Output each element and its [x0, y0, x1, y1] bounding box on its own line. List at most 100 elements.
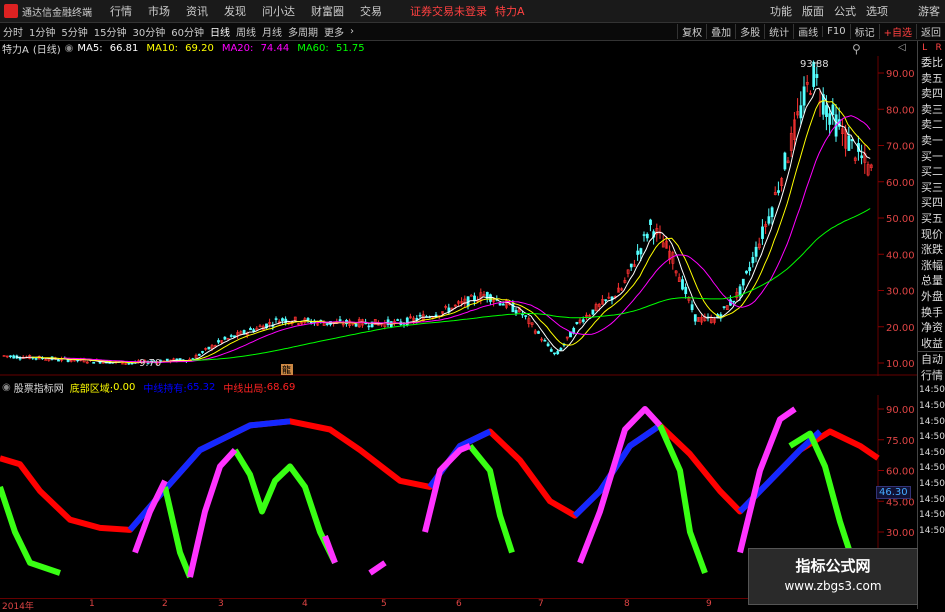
tool-f10[interactable]: F10: [822, 26, 849, 37]
candlestick-chart[interactable]: 90.00 80.00 70.00 60.00 50.00 40.00 30.00 20.00…: [0, 56, 917, 376]
menu-function[interactable]: 功能: [765, 3, 797, 19]
sidebar-item[interactable]: 现价: [918, 227, 945, 243]
period-more[interactable]: 更多: [321, 24, 347, 39]
sidebar-item[interactable]: 14:50: [918, 461, 945, 477]
title-bar: 通达信金融终端 行情 市场 资讯 发现 问小达 财富圈 交易 证券交易未登录 特…: [0, 0, 945, 23]
indicator-y-tick-label: 60.00: [886, 467, 915, 478]
sidebar-tab-l[interactable]: L: [922, 41, 927, 55]
candle-body: [745, 270, 748, 274]
period-5min[interactable]: 5分钟: [58, 24, 90, 39]
candle-body: [748, 267, 752, 272]
pin-icon[interactable]: ⚲: [852, 42, 861, 56]
candle-body: [367, 325, 371, 328]
tool-back[interactable]: 返回: [916, 24, 945, 39]
y-tick-label: 30.00: [886, 287, 915, 298]
period-30min[interactable]: 30分钟: [129, 24, 168, 39]
candle-body: [799, 105, 803, 119]
tool-mark[interactable]: 标记: [849, 24, 879, 39]
period-multi[interactable]: 多周期: [285, 24, 321, 39]
sidebar-item[interactable]: 买二: [918, 164, 945, 180]
legend-ma10: MA10: 69.20: [146, 42, 214, 54]
watermark: 指标公式网 www.zbgs3.com: [748, 548, 918, 605]
menu-market[interactable]: 市场: [140, 3, 178, 19]
sidebar-item[interactable]: 买四: [918, 195, 945, 211]
sidebar-item[interactable]: 卖一: [918, 133, 945, 149]
ma20-line: [63, 115, 871, 363]
sidebar-item[interactable]: 14:50: [918, 493, 945, 509]
period-1min[interactable]: 1分钟: [26, 24, 58, 39]
collapse-icon[interactable]: ◁: [898, 42, 906, 53]
tool-add-watchlist[interactable]: +自选: [878, 24, 916, 39]
menu-quotes[interactable]: 行情: [102, 3, 140, 19]
sidebar-item[interactable]: 买一: [918, 149, 945, 165]
tool-adjust[interactable]: 复权: [677, 24, 706, 39]
sidebar-item[interactable]: 涨跌: [918, 242, 945, 258]
period-intraday[interactable]: 分时: [0, 24, 26, 39]
tool-overlay[interactable]: 叠加: [706, 24, 735, 39]
candle-body: [559, 347, 563, 351]
candle-body: [642, 234, 646, 236]
tool-draw[interactable]: 画线: [793, 24, 822, 39]
x-label: 1: [89, 599, 95, 609]
menu-trade[interactable]: 交易: [352, 3, 390, 19]
candle-body: [860, 155, 864, 159]
menu-options[interactable]: 选项: [861, 3, 893, 19]
menu-formula[interactable]: 公式: [829, 3, 861, 19]
sidebar-item[interactable]: 委比: [918, 55, 945, 71]
sidebar-item[interactable]: 14:50: [918, 399, 945, 415]
y-tick-label: 60.00: [886, 178, 915, 189]
sidebar-item[interactable]: 买三: [918, 180, 945, 196]
sidebar-item[interactable]: 买五: [918, 211, 945, 227]
indicator-settings-icon[interactable]: ◉: [2, 382, 11, 393]
candle-body: [690, 304, 694, 311]
sidebar-item[interactable]: 换手: [918, 305, 945, 321]
candle-body: [815, 74, 819, 78]
sidebar-item[interactable]: 自动: [918, 352, 945, 368]
period-15min[interactable]: 15分钟: [91, 24, 130, 39]
sidebar-item[interactable]: 卖三: [918, 102, 945, 118]
sidebar-item[interactable]: 净资: [918, 320, 945, 336]
candle-body: [34, 358, 38, 360]
candle-body: [537, 331, 540, 334]
sidebar-item[interactable]: 卖四: [918, 86, 945, 102]
sidebar-item[interactable]: 卖五: [918, 71, 945, 87]
menu-wealth[interactable]: 财富圈: [303, 3, 352, 19]
sidebar-item[interactable]: 14:50: [918, 383, 945, 399]
legend-ma5: MA5: 66.81: [77, 42, 139, 54]
sidebar-item[interactable]: 14:50: [918, 477, 945, 493]
sidebar-item[interactable]: 14:50: [918, 446, 945, 462]
period-daily[interactable]: 日线: [207, 24, 233, 39]
tool-stats[interactable]: 统计: [764, 24, 793, 39]
tool-multi-stock[interactable]: 多股: [735, 24, 764, 39]
period-monthly[interactable]: 月线: [259, 24, 285, 39]
period-weekly[interactable]: 周线: [233, 24, 259, 39]
chevron-right-icon[interactable]: ›: [347, 26, 357, 37]
login-alert[interactable]: 证券交易未登录: [410, 3, 487, 19]
period-60min[interactable]: 60分钟: [168, 24, 207, 39]
sidebar-item[interactable]: 14:50: [918, 415, 945, 431]
y-tick-label: 90.00: [886, 69, 915, 80]
candle-body: [249, 328, 252, 331]
sidebar-item[interactable]: 14:50: [918, 524, 945, 540]
candle-body: [178, 358, 182, 361]
sidebar-tab-r[interactable]: R: [936, 41, 942, 55]
app-logo-icon: [4, 4, 18, 18]
sidebar-item[interactable]: 收益: [918, 336, 945, 352]
period-bar: 分时 1分钟 5分钟 15分钟 30分钟 60分钟 日线 周线 月线 多周期 更…: [0, 23, 945, 41]
sidebar-item[interactable]: 外盘: [918, 289, 945, 305]
guest-button[interactable]: 游客: [913, 3, 945, 19]
sidebar-item[interactable]: 行情: [918, 368, 945, 384]
sidebar-item[interactable]: 总量: [918, 273, 945, 289]
sidebar-item[interactable]: 14:50: [918, 430, 945, 446]
menu-news[interactable]: 资讯: [178, 3, 216, 19]
candle-body: [281, 318, 284, 321]
sidebar-item[interactable]: 涨幅: [918, 258, 945, 274]
event-flag-label: 龍: [282, 364, 291, 376]
sidebar-item[interactable]: 卖二: [918, 117, 945, 133]
menu-layout[interactable]: 版面: [797, 3, 829, 19]
y-tick-label: 20.00: [886, 323, 915, 334]
sidebar-item[interactable]: 14:50: [918, 508, 945, 524]
menu-discover[interactable]: 发现: [216, 3, 254, 19]
gear-icon[interactable]: ◉: [65, 43, 74, 54]
menu-ask[interactable]: 问小达: [254, 3, 303, 19]
